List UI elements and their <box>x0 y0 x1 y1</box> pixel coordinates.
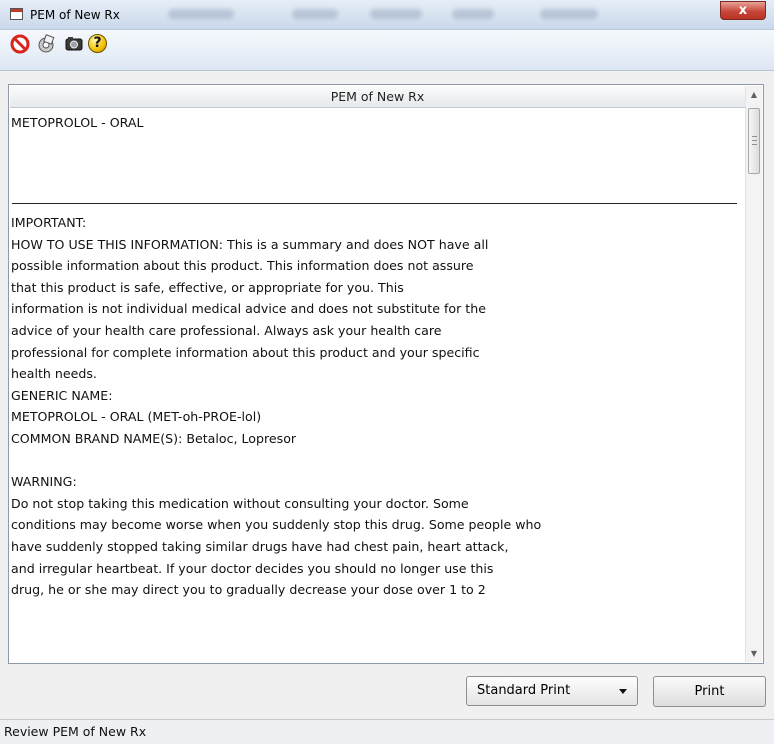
document-line: GENERIC NAME: <box>11 387 113 403</box>
document-line: advice of your health care professional.… <box>11 323 442 338</box>
document-line: METOPROLOL - ORAL (MET-oh-PROE-lol) <box>11 409 262 425</box>
camera-icon[interactable] <box>64 34 84 54</box>
thumb-grip <box>752 140 757 141</box>
scroll-down-arrow[interactable]: ▼ <box>746 645 762 662</box>
background-window-blur <box>292 9 338 19</box>
scroll-up-arrow[interactable]: ▲ <box>746 86 762 103</box>
background-window-blur <box>540 9 598 19</box>
document-line: health needs. <box>11 366 97 382</box>
thumb-grip <box>752 144 757 145</box>
document-header: PEM of New Rx <box>10 86 745 108</box>
thumb-grip <box>752 136 757 137</box>
document-line: have suddenly stopped taking similar dru… <box>11 539 509 554</box>
title-bar: PEM of New Rx x <box>0 0 774 30</box>
document-line: information is not individual medical ad… <box>11 301 486 317</box>
vertical-scrollbar[interactable]: ▲ ▼ <box>745 86 762 662</box>
stop-icon[interactable] <box>10 34 30 54</box>
app-icon <box>10 8 23 20</box>
section-divider <box>12 203 737 204</box>
background-window-blur <box>370 9 422 19</box>
document-line: HOW TO USE THIS INFORMATION: This is a s… <box>11 236 489 252</box>
chevron-down-icon <box>619 689 627 694</box>
help-icon[interactable]: ? <box>88 34 108 54</box>
print-button[interactable]: Print <box>653 676 766 707</box>
close-button[interactable]: x <box>720 1 766 20</box>
document-line: professional for complete information ab… <box>11 344 480 360</box>
document-line: conditions may become worse when you sud… <box>11 517 542 533</box>
drug-title: METOPROLOL - ORAL <box>11 115 144 130</box>
document-line: and irregular heartbeat. If your doctor … <box>11 560 494 576</box>
document-line: Do not stop taking this medication witho… <box>11 495 469 511</box>
document-viewer[interactable]: PEM of New Rx METOPROLOL - ORAL IMPORTAN… <box>8 84 764 664</box>
toolbar: ? <box>0 30 774 71</box>
document-line: possible information about this product.… <box>11 258 474 274</box>
print-mode-value: Standard Print <box>477 683 571 698</box>
scroll-thumb[interactable] <box>748 108 760 174</box>
document-body: METOPROLOL - ORAL IMPORTANT: HOW TO USE T… <box>11 109 739 661</box>
document-line: COMMON BRAND NAME(S): Betaloc, Lopresor <box>11 431 297 446</box>
background-window-blur <box>168 9 234 19</box>
document-line: that this product is safe, effective, or… <box>11 279 404 295</box>
print-setup-icon[interactable] <box>36 34 56 54</box>
close-icon: x <box>738 3 748 18</box>
document-line: drug, he or she may direct you to gradua… <box>11 582 486 598</box>
status-text: Review PEM of New Rx <box>4 724 147 739</box>
document-line: WARNING: <box>11 474 77 490</box>
document-line: IMPORTANT: <box>11 215 87 230</box>
window-title: PEM of New Rx <box>30 8 120 22</box>
print-mode-select[interactable]: Standard Print <box>466 676 638 706</box>
status-bar: Review PEM of New Rx <box>0 719 774 744</box>
background-window-blur <box>452 9 494 19</box>
